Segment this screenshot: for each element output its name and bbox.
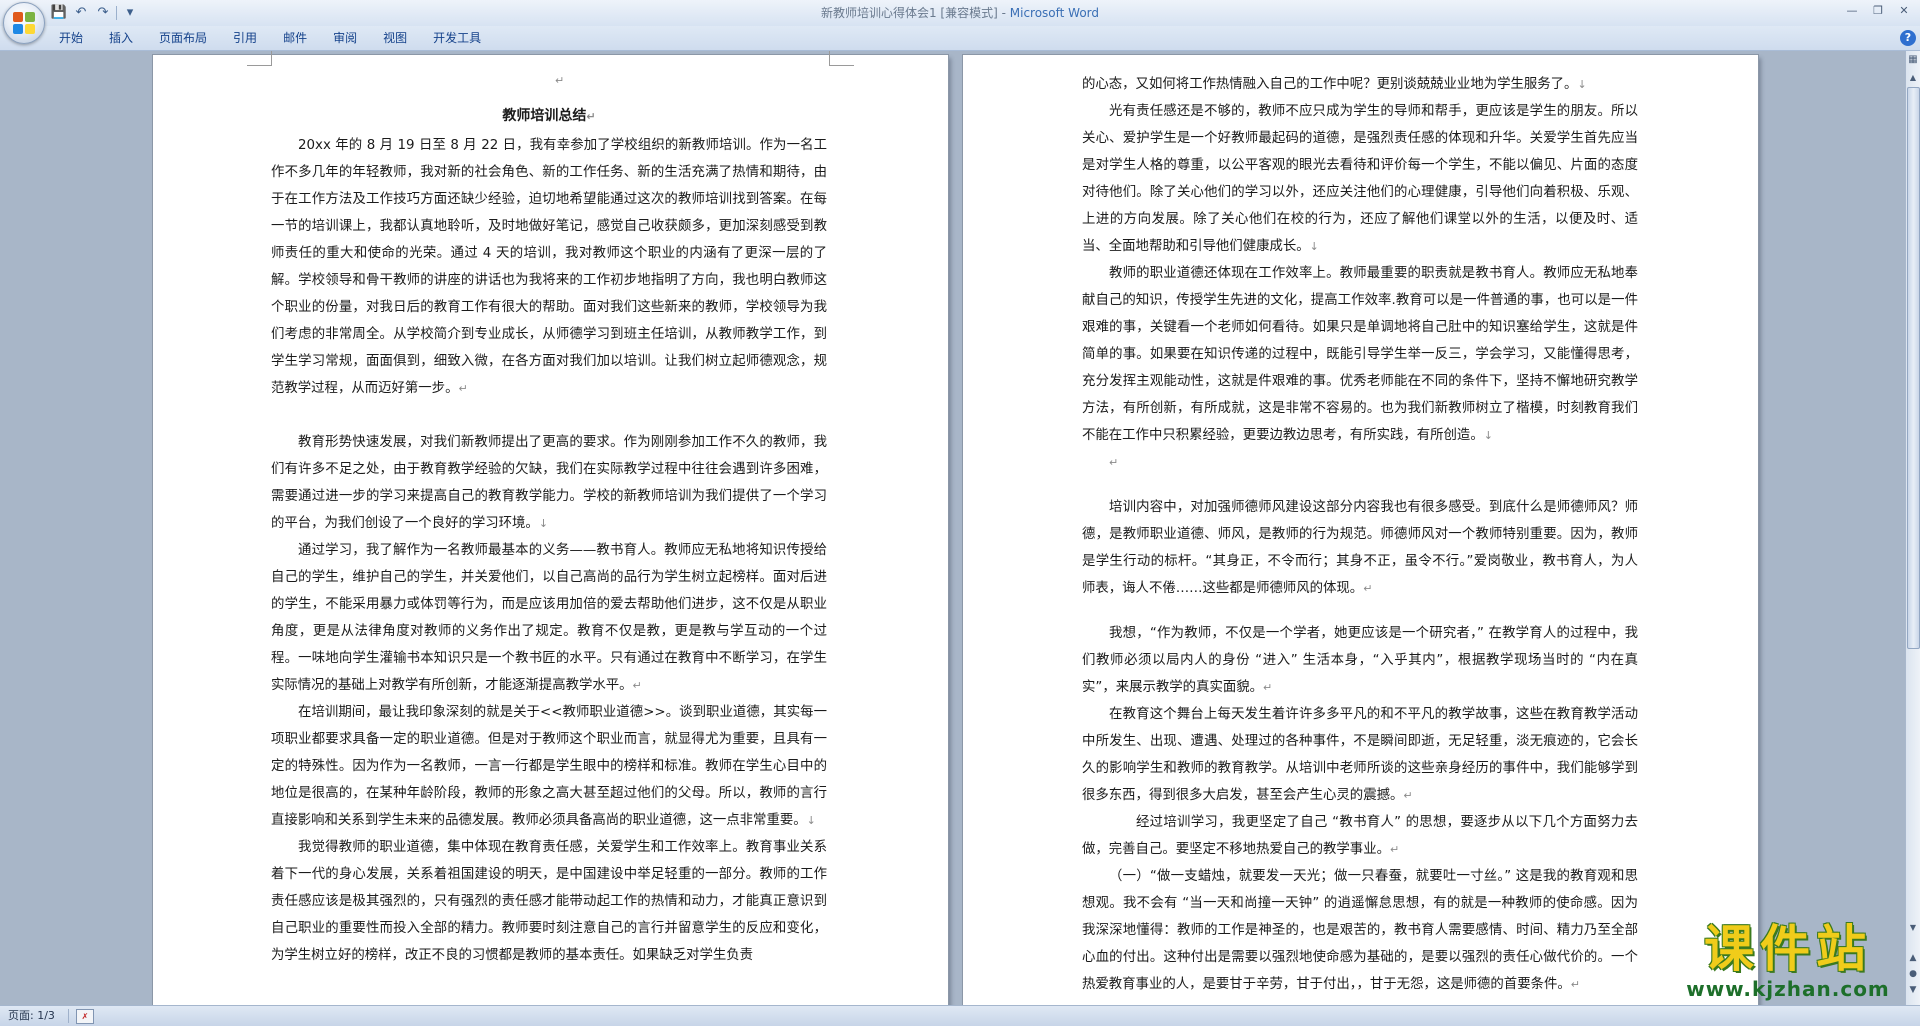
qat-customize-icon[interactable]: ▾ (121, 4, 139, 22)
help-icon[interactable]: ? (1900, 30, 1916, 46)
window-title-doc: 新教师培训心得体会1 [兼容模式] - (820, 6, 1010, 20)
paragraph-text: 20xx 年的 8 月 19 日至 8 月 22 日，我有幸参加了学校组织的新教… (271, 138, 827, 396)
tab-review[interactable]: 审阅 (320, 26, 370, 50)
ribbon-tab-row: 开始 插入 页面布局 引用 邮件 审阅 视图 开发工具 ? (0, 26, 1920, 51)
tab-insert[interactable]: 插入 (96, 26, 146, 50)
page-2-body[interactable]: 的心态，又如何将工作热情融入自己的工作中呢？更别谈兢兢业业地为学生服务了。↓ 光… (1082, 71, 1638, 998)
paragraph-mark: ↓ (1309, 240, 1319, 253)
paragraph-mark: ↵ (1263, 681, 1273, 694)
office-button[interactable] (3, 2, 45, 44)
paragraph-text: （一）“做一支蜡烛，就要发一天光；做一只春蚕，就要吐一寸丝。” 这是我的教育观和… (1082, 869, 1638, 992)
close-icon[interactable]: ✕ (1892, 2, 1916, 20)
paragraph-mark: ↵ (1363, 582, 1373, 595)
ruler-toggle-icon[interactable]: ▦ (1907, 53, 1919, 67)
paragraph-mark: ↵ (458, 382, 468, 395)
scroll-down-icon[interactable]: ▼ (1907, 921, 1919, 935)
restore-icon[interactable]: ❐ (1866, 2, 1890, 20)
paragraph-mark: ↵ (555, 74, 565, 87)
paragraph-text: 教师的职业道德还体现在工作效率上。教师最重要的职责就是教书育人。教师应无私地奉献… (1082, 266, 1638, 443)
paragraph-mark: ↓ (1577, 78, 1587, 91)
status-bar: 页面: 1/3 ✗ (0, 1005, 1920, 1026)
page-number-status[interactable]: 页面: 1/3 (8, 1006, 55, 1026)
redo-icon[interactable]: ↷ (94, 4, 112, 22)
qat-separator (116, 6, 117, 20)
paragraph-text: 我想，“作为教师，不仅是一个学者，她更应该是一个研究者，” 在教学育人的过程中，… (1082, 626, 1638, 695)
paragraph[interactable]: 经过培训学习，我更坚定了自己 “教书育人” 的思想，要逐步从以下几个方面努力去做… (1082, 809, 1638, 863)
paragraph[interactable]: 在教育这个舞台上每天发生着许许多多平凡的和不平凡的教学故事，这些在教育教学活动中… (1082, 701, 1638, 809)
window-title-app: Microsoft Word (1009, 6, 1100, 20)
paragraph-mark[interactable]: ↵ (1082, 449, 1638, 476)
scroll-thumb[interactable] (1907, 87, 1920, 649)
document-title[interactable]: 教师培训总结↵ (271, 103, 827, 130)
paragraph[interactable]: 的心态，又如何将工作热情融入自己的工作中呢？更别谈兢兢业业地为学生服务了。↓ (1082, 71, 1638, 98)
previous-page-icon[interactable]: ▲ (1907, 951, 1919, 965)
paragraph-text: 经过培训学习，我更坚定了自己 “教书育人” 的思想，要逐步从以下几个方面努力去做… (1082, 815, 1638, 857)
paragraph-mark: ↵ (632, 679, 642, 692)
document-area[interactable]: ↵ 教师培训总结↵ 20xx 年的 8 月 19 日至 8 月 22 日，我有幸… (0, 51, 1906, 1005)
paragraph[interactable]: 通过学习，我了解作为一名教师最基本的义务——教书育人。教师应无私地将知识传授给自… (271, 537, 827, 699)
select-browse-object-icon[interactable]: ● (1907, 967, 1919, 981)
window-controls: — ❐ ✕ (1840, 2, 1916, 20)
proofing-status-icon[interactable]: ✗ (76, 1009, 94, 1024)
paragraph[interactable]: （一）“做一支蜡烛，就要发一天光；做一只春蚕，就要吐一寸丝。” 这是我的教育观和… (1082, 863, 1638, 998)
document-page-1[interactable]: ↵ 教师培训总结↵ 20xx 年的 8 月 19 日至 8 月 22 日，我有幸… (153, 51, 948, 1005)
watermark-url-text: www.kjzhan.com (1686, 977, 1890, 1001)
quick-access-toolbar: 💾 ↶ ↷ ▾ (50, 3, 139, 23)
page-1-body[interactable]: ↵ 教师培训总结↵ 20xx 年的 8 月 19 日至 8 月 22 日，我有幸… (271, 71, 827, 969)
document-page-2[interactable]: 的心态，又如何将工作热情融入自己的工作中呢？更别谈兢兢业业地为学生服务了。↓ 光… (963, 55, 1758, 1005)
document-title-text: 教师培训总结 (502, 108, 587, 124)
tab-references[interactable]: 引用 (220, 26, 270, 50)
scroll-up-icon[interactable]: ▲ (1907, 71, 1919, 85)
window-title: 新教师培训心得体会1 [兼容模式] - Microsoft Word (0, 0, 1920, 26)
undo-icon[interactable]: ↶ (72, 4, 90, 22)
tab-mailings[interactable]: 邮件 (270, 26, 320, 50)
paragraph-text: 的心态，又如何将工作热情融入自己的工作中呢？更别谈兢兢业业地为学生服务了。 (1082, 77, 1578, 92)
paragraph-text: 在培训期间，最让我印象深刻的就是关于<<教师职业道德>>。谈到职业道德，其实每一… (271, 705, 827, 828)
paragraph-mark: ↓ (806, 814, 816, 827)
paragraph[interactable]: 教师的职业道德还体现在工作效率上。教师最重要的职责就是教书育人。教师应无私地奉献… (1082, 260, 1638, 449)
paragraph[interactable]: 教育形势快速发展，对我们新教师提出了更高的要求。作为刚刚参加工作不久的教师，我们… (271, 429, 827, 537)
margin-corner-mark (829, 51, 854, 66)
paragraph-text: 教育形势快速发展，对我们新教师提出了更高的要求。作为刚刚参加工作不久的教师，我们… (271, 435, 827, 531)
paragraph-text: 我觉得教师的职业道德，集中体现在教育责任感，关爱学生和工作效率上。教育事业关系着… (271, 840, 827, 963)
margin-corner-mark (247, 51, 272, 66)
tab-view[interactable]: 视图 (370, 26, 420, 50)
paragraph[interactable]: 20xx 年的 8 月 19 日至 8 月 22 日，我有幸参加了学校组织的新教… (271, 132, 827, 402)
tab-home[interactable]: 开始 (46, 26, 96, 50)
minimize-icon[interactable]: — (1840, 2, 1864, 20)
site-watermark-logo: 课件站 www.kjzhan.com (1668, 920, 1908, 1004)
tab-page-layout[interactable]: 页面布局 (146, 26, 220, 50)
paragraph[interactable]: 光有责任感还是不够的，教师不应只成为学生的导师和帮手，更应该是学生的朋友。所以关… (1082, 98, 1638, 260)
next-page-icon[interactable]: ▼ (1907, 983, 1919, 997)
paragraph-text: 光有责任感还是不够的，教师不应只成为学生的导师和帮手，更应该是学生的朋友。所以关… (1082, 104, 1638, 254)
paragraph[interactable]: 培训内容中，对加强师德师风建设这部分内容我也有很多感受。到底什么是师德师风？师德… (1082, 494, 1638, 602)
vertical-scrollbar[interactable]: ▦ ▲ ▼ ▲ ● ▼ (1905, 51, 1920, 1005)
paragraph[interactable]: 我想，“作为教师，不仅是一个学者，她更应该是一个研究者，” 在教学育人的过程中，… (1082, 620, 1638, 701)
paragraph-mark: ↵ (1570, 978, 1580, 991)
paragraph-mark: ↓ (1483, 429, 1493, 442)
watermark-chinese-text: 课件站 (1704, 920, 1872, 978)
paragraph-text: 培训内容中，对加强师德师风建设这部分内容我也有很多感受。到底什么是师德师风？师德… (1082, 500, 1638, 596)
paragraph-text: 在教育这个舞台上每天发生着许许多多平凡的和不平凡的教学故事，这些在教育教学活动中… (1082, 707, 1638, 803)
status-separator (68, 1009, 69, 1023)
ribbon-tabs: 开始 插入 页面布局 引用 邮件 审阅 视图 开发工具 (46, 26, 494, 50)
paragraph-mark: ↵ (1403, 789, 1413, 802)
paragraph-mark: ↵ (586, 110, 596, 123)
paragraph[interactable]: 在培训期间，最让我印象深刻的就是关于<<教师职业道德>>。谈到职业道德，其实每一… (271, 699, 827, 834)
office-logo-icon (13, 12, 35, 34)
title-bar: 新教师培训心得体会1 [兼容模式] - Microsoft Word 💾 ↶ ↷… (0, 0, 1920, 26)
paragraph-text: 通过学习，我了解作为一名教师最基本的义务——教书育人。教师应无私地将知识传授给自… (271, 543, 827, 693)
empty-paragraph[interactable] (271, 402, 827, 429)
save-icon[interactable]: 💾 (50, 4, 68, 22)
paragraph-mark: ↓ (538, 517, 549, 530)
tab-developer[interactable]: 开发工具 (420, 26, 494, 50)
paragraph[interactable]: 我觉得教师的职业道德，集中体现在教育责任感，关爱学生和工作效率上。教育事业关系着… (271, 834, 827, 969)
paragraph-mark: ↵ (1389, 843, 1400, 856)
